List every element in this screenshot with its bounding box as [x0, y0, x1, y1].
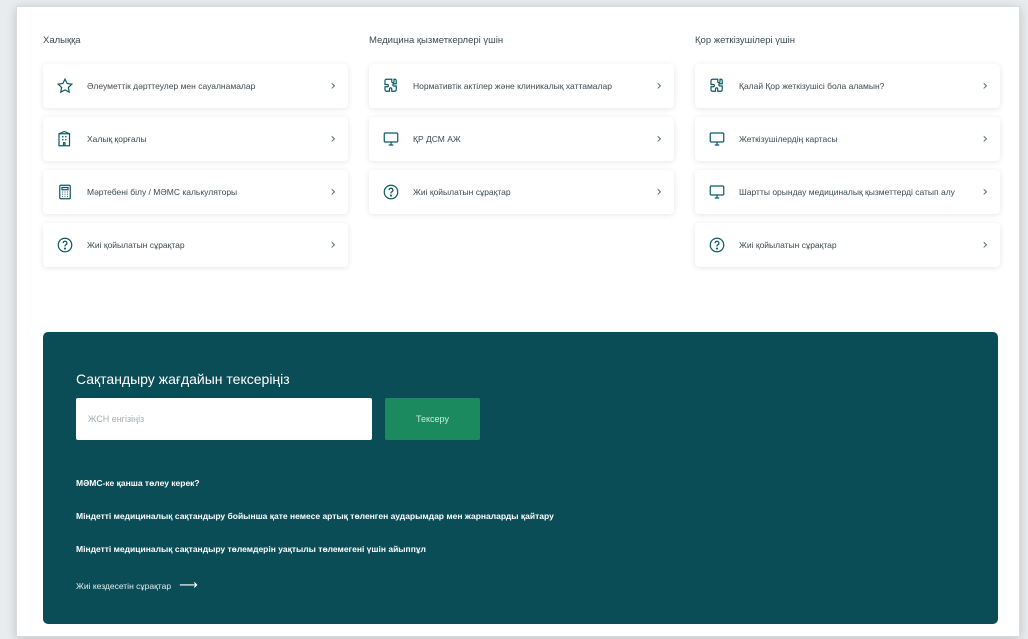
card-supplier-map[interactable]: Жеткізушілердің картасы ›: [695, 117, 1000, 161]
card-label: Нормативтік актілер және клиникалық хатт…: [413, 80, 612, 91]
column-title: Халыққа: [43, 35, 81, 46]
monitor-icon: [707, 129, 727, 149]
puzzle-icon: [707, 76, 727, 96]
chevron-right-icon: ›: [982, 131, 988, 147]
star-icon: [55, 76, 75, 96]
card-label: Халық қорғалы: [87, 133, 147, 144]
panel-title: Сақтандыру жағдайын тексеріңіз: [76, 371, 290, 387]
question-circle-icon: [55, 235, 75, 255]
chevron-right-icon: ›: [656, 184, 662, 200]
chevron-right-icon: ›: [330, 184, 336, 200]
chevron-right-icon: ›: [330, 131, 336, 147]
question-circle-icon: [381, 182, 401, 202]
card-label: Қалай Қор жеткізушісі бола аламын?: [739, 80, 885, 91]
chevron-right-icon: ›: [330, 78, 336, 94]
check-button[interactable]: Тексеру: [385, 398, 480, 440]
monitor-icon: [381, 129, 401, 149]
card-label: Әлеуметтік дәрттеулер мен сауалнамалар: [87, 80, 256, 91]
faq-label: Жиі кездесетін сұрақтар: [76, 580, 172, 591]
card-label: Жеткізушілердің картасы: [739, 133, 838, 144]
column-title: Қор жеткізушілері үшін: [695, 35, 796, 46]
card-status-calculator[interactable]: Мәртебені білу / МӘМС калькуляторы ›: [43, 170, 348, 214]
chevron-right-icon: ›: [330, 237, 336, 253]
card-label: Жиі қойылатын сұрақтар: [413, 186, 511, 197]
building-icon: [55, 129, 75, 149]
chevron-right-icon: ›: [982, 237, 988, 253]
column-medical-workers: Медицина қызметкерлері үшін Нормативтік …: [369, 35, 674, 214]
calculator-icon: [55, 182, 75, 202]
card-faq-suppliers[interactable]: Жиі қойылатын сұрақтар ›: [695, 223, 1000, 267]
card-become-supplier[interactable]: Қалай Қор жеткізушісі бола аламын? ›: [695, 64, 1000, 108]
link-late-payment-penalty[interactable]: Міндетті медициналық сақтандыру төлемдер…: [76, 544, 426, 554]
question-circle-icon: [707, 235, 727, 255]
link-faq[interactable]: Жиі кездесетін сұрақтар ⟶: [76, 578, 198, 593]
card-surveys[interactable]: Әлеуметтік дәрттеулер мен сауалнамалар ›: [43, 64, 348, 108]
card-contract-procurement[interactable]: Шартты орындау медициналық қызметтерді с…: [695, 170, 1000, 214]
chevron-right-icon: ›: [656, 78, 662, 94]
card-normative-acts[interactable]: Нормативтік актілер және клиникалық хатт…: [369, 64, 674, 108]
card-label: Жиі қойылатын сұрақтар: [739, 239, 837, 250]
monitor-icon: [707, 182, 727, 202]
page-frame: Халыққа Әлеуметтік дәрттеулер мен сауалн…: [16, 6, 1020, 637]
chevron-right-icon: ›: [656, 131, 662, 147]
chevron-right-icon: ›: [982, 184, 988, 200]
card-label: Шартты орындау медициналық қызметтерді с…: [739, 186, 955, 197]
column-title: Медицина қызметкерлері үшін: [369, 35, 504, 46]
iin-input[interactable]: [76, 398, 372, 440]
insurance-check-panel: Сақтандыру жағдайын тексеріңіз Тексеру М…: [43, 332, 998, 624]
card-label: ҚР ДСМ АЖ: [413, 133, 461, 144]
card-label: Мәртебені білу / МӘМС калькуляторы: [87, 186, 238, 197]
card-label: Жиі қойылатын сұрақтар: [87, 239, 185, 250]
service-columns: Халыққа Әлеуметтік дәрттеулер мен сауалн…: [43, 35, 1000, 280]
link-how-much-to-pay[interactable]: МӘМС-ке қанша төлеу керек?: [76, 478, 200, 488]
card-mh-is[interactable]: ҚР ДСМ АЖ ›: [369, 117, 674, 161]
link-refund-overpaid[interactable]: Міндетті медициналық сақтандыру бойынша …: [76, 511, 554, 521]
puzzle-icon: [381, 76, 401, 96]
card-public-protection[interactable]: Халық қорғалы ›: [43, 117, 348, 161]
card-faq-population[interactable]: Жиі қойылатын сұрақтар ›: [43, 223, 348, 267]
column-population: Халыққа Әлеуметтік дәрттеулер мен сауалн…: [43, 35, 348, 267]
card-faq-medical[interactable]: Жиі қойылатын сұрақтар ›: [369, 170, 674, 214]
chevron-right-icon: ›: [982, 78, 988, 94]
column-fund-suppliers: Қор жеткізушілері үшін Қалай Қор жеткізу…: [695, 35, 1000, 267]
arrow-right-icon: ⟶: [179, 578, 198, 593]
